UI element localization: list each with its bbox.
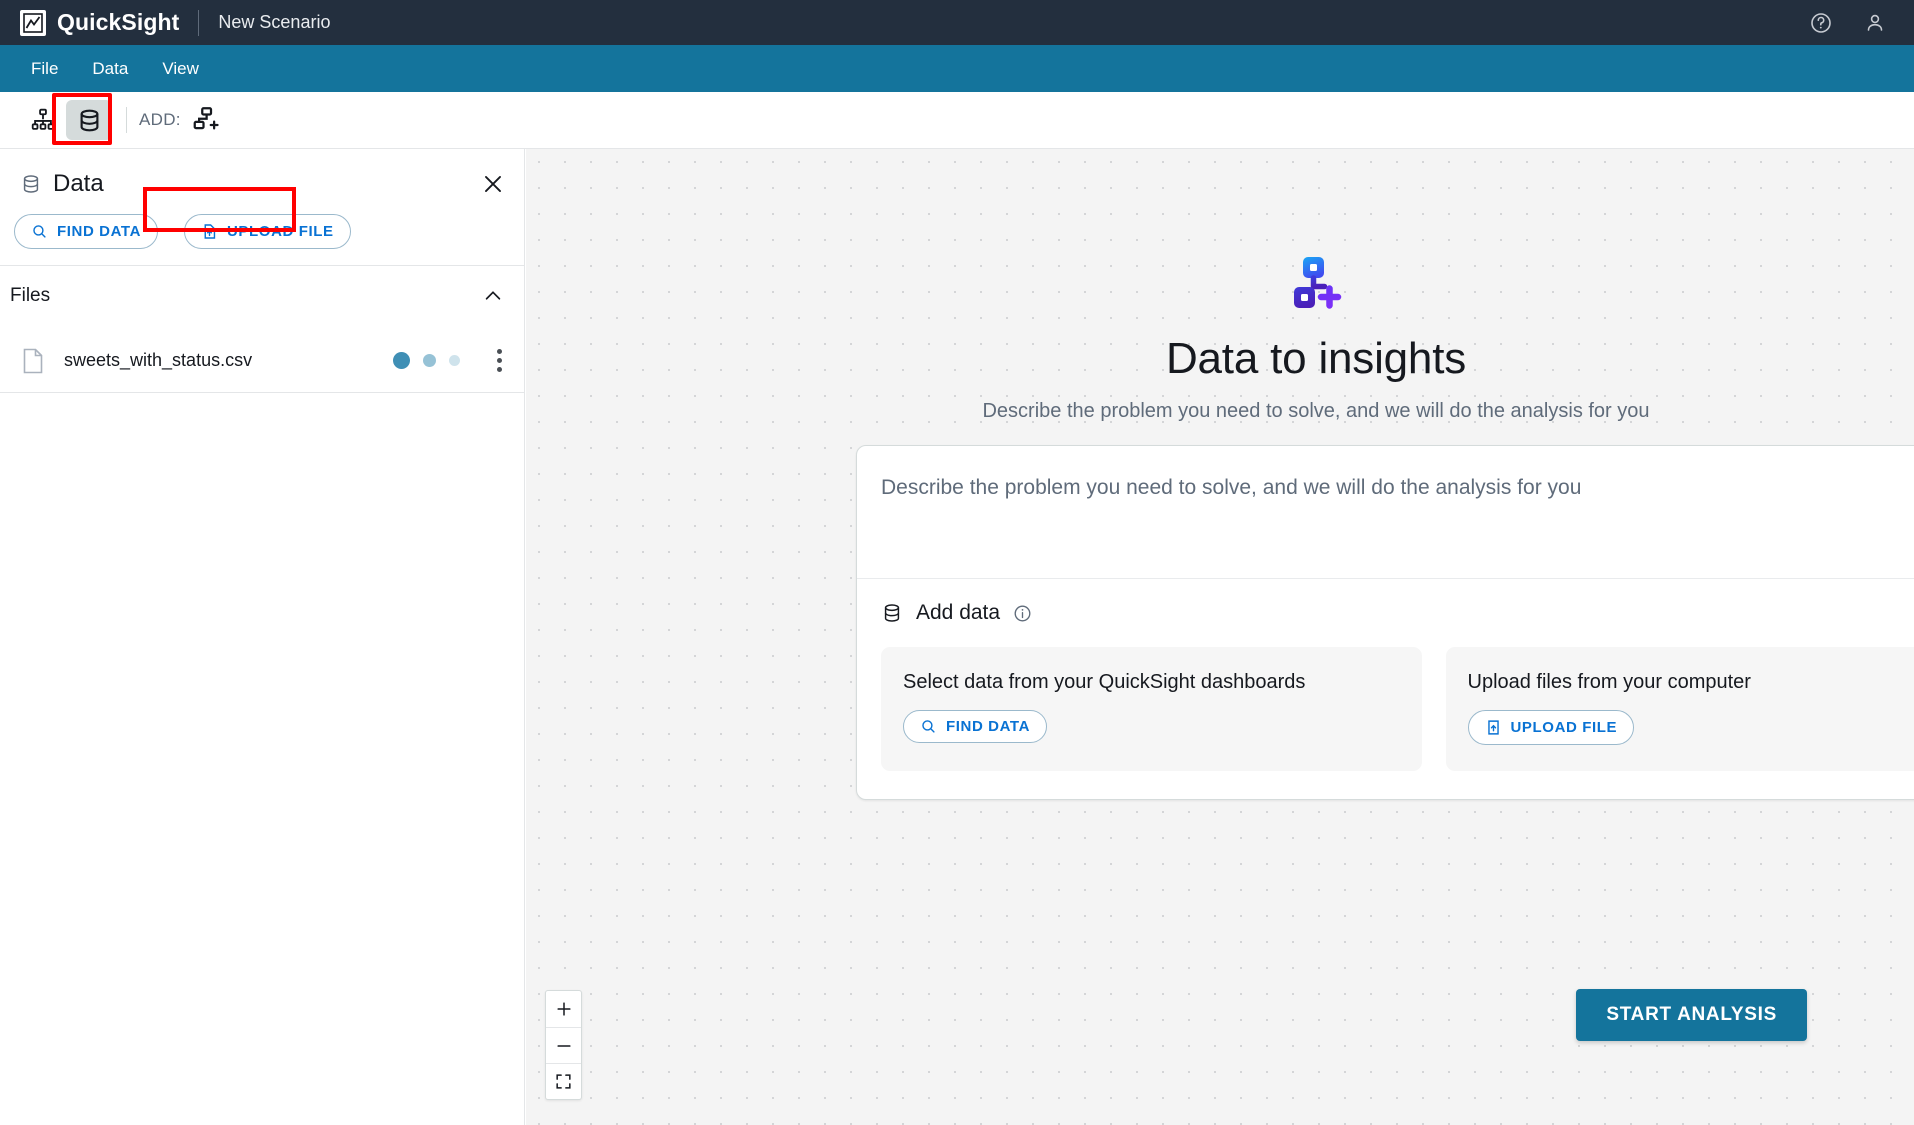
add-data-tiles: Select data from your QuickSight dashboa… <box>857 625 1914 799</box>
help-circle-icon[interactable] <box>1809 11 1833 35</box>
header-actions <box>1809 11 1914 35</box>
data-panel-header: Data <box>0 149 524 201</box>
add-data-section-header: Add data <box>857 579 1914 625</box>
upload-file-label: UPLOAD FILE <box>227 223 334 240</box>
scenario-canvas[interactable]: Data to insights Describe the problem yo… <box>526 149 1914 1125</box>
canvas-zoom-controls <box>545 990 582 1100</box>
hero-subtitle: Describe the problem you need to solve, … <box>982 400 1650 422</box>
problem-description-input[interactable]: Describe the problem you need to solve, … <box>857 446 1914 564</box>
prompt-card: Describe the problem you need to solve, … <box>856 445 1914 800</box>
loading-dot <box>423 354 436 367</box>
menu-view[interactable]: View <box>149 53 212 85</box>
database-icon <box>20 173 42 195</box>
find-data-button[interactable]: FIND DATA <box>903 710 1047 743</box>
data-panel-title: Data <box>53 170 104 197</box>
plus-icon[interactable] <box>546 991 581 1027</box>
find-data-label: FIND DATA <box>57 223 141 240</box>
table-row[interactable]: sweets_with_status.csv <box>0 329 524 393</box>
data-panel: Data FIND DATA UPLOAD FILE Files sweets_… <box>0 149 525 1125</box>
add-label: ADD: <box>139 110 181 129</box>
user-account-icon[interactable] <box>1863 11 1887 35</box>
close-icon[interactable] <box>480 171 506 197</box>
database-panel-toggle[interactable] <box>66 100 112 140</box>
add-data-label: Add data <box>916 601 1001 624</box>
fit-to-screen-icon[interactable] <box>546 1063 581 1099</box>
file-name: sweets_with_status.csv <box>64 350 253 370</box>
minus-icon[interactable] <box>546 1027 581 1063</box>
files-section-label: Files <box>10 285 51 306</box>
chevron-up-icon[interactable] <box>482 285 504 307</box>
database-icon <box>881 602 903 624</box>
quicksight-logo-icon <box>20 9 46 36</box>
add-node-icon[interactable] <box>191 105 221 135</box>
upload-file-tile: Upload files from your computer UPLOAD F… <box>1445 647 1914 771</box>
menu-data[interactable]: Data <box>79 53 141 85</box>
toolbar-divider <box>126 107 127 133</box>
upload-file-button[interactable]: UPLOAD FILE <box>184 214 351 249</box>
canvas-hero: Data to insights Describe the problem yo… <box>526 254 1914 423</box>
upload-file-label: UPLOAD FILE <box>1510 719 1618 736</box>
find-data-button[interactable]: FIND DATA <box>14 214 158 249</box>
loading-dot <box>393 352 410 369</box>
quicksight-scenario-page: QuickSight New Scenario File Data View A… <box>0 0 1914 1125</box>
start-analysis-button[interactable]: START ANALYSIS <box>1576 989 1807 1041</box>
brand-area[interactable]: QuickSight <box>0 9 179 36</box>
header-divider <box>198 9 200 36</box>
loading-dot <box>449 355 460 366</box>
tool-strip: ADD: <box>0 92 1914 149</box>
loading-indicator <box>393 345 506 376</box>
data-insights-icon <box>1284 254 1348 318</box>
file-icon <box>22 348 44 374</box>
org-chart-icon[interactable] <box>20 100 66 140</box>
brand-name: QuickSight <box>57 9 180 35</box>
top-header-bar: QuickSight New Scenario <box>0 0 1914 45</box>
main-menu-bar: File Data View <box>0 45 1914 92</box>
hero-title: Data to insights <box>1165 334 1467 383</box>
scenario-title: New Scenario <box>218 12 331 32</box>
find-data-tile: Select data from your QuickSight dashboa… <box>881 647 1422 771</box>
info-circle-icon[interactable] <box>1013 604 1032 623</box>
kebab-menu-icon[interactable] <box>493 345 506 376</box>
find-data-tile-text: Select data from your QuickSight dashboa… <box>903 671 1306 693</box>
data-panel-actions: FIND DATA UPLOAD FILE <box>0 201 524 249</box>
prompt-placeholder-text: Describe the problem you need to solve, … <box>881 476 1582 499</box>
find-data-label: FIND DATA <box>946 718 1030 735</box>
upload-file-button[interactable]: UPLOAD FILE <box>1467 710 1635 745</box>
menu-file[interactable]: File <box>18 53 71 85</box>
files-section-header[interactable]: Files <box>0 266 524 307</box>
upload-file-tile-text: Upload files from your computer <box>1467 671 1751 693</box>
